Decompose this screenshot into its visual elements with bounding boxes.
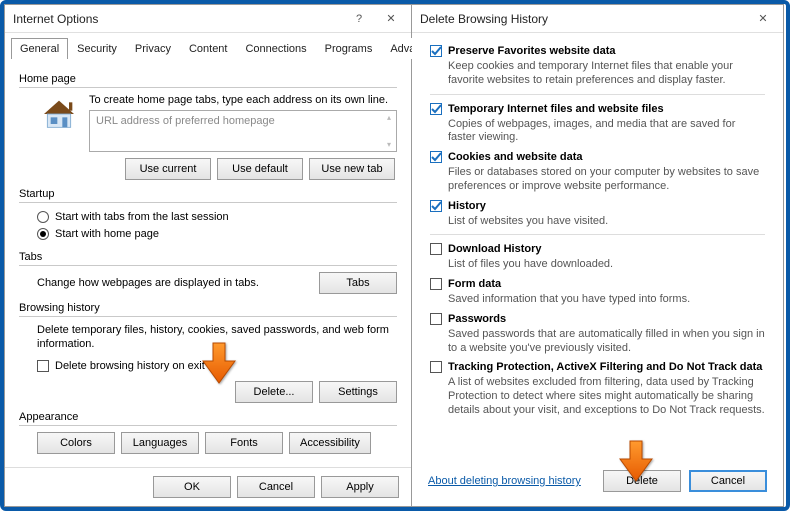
about-deleting-history-link[interactable]: About deleting browsing history (428, 475, 581, 487)
option-label: Preserve Favorites website data (448, 45, 616, 57)
startup-group-label: Startup (19, 188, 397, 200)
scroll-down-icon[interactable]: ▾ (384, 140, 394, 149)
radio-icon (37, 211, 49, 223)
option-checkbox-6[interactable]: Passwords (430, 313, 506, 325)
history-group-label: Browsing history (19, 302, 397, 314)
use-new-tab-button[interactable]: Use new tab (309, 158, 395, 180)
checkbox-icon (430, 200, 442, 212)
option-desc: Copies of webpages, images, and media th… (448, 118, 765, 146)
use-default-button[interactable]: Use default (217, 158, 303, 180)
apply-button[interactable]: Apply (321, 476, 399, 498)
homepage-hint: To create home page tabs, type each addr… (89, 94, 397, 106)
delete-history-button[interactable]: Delete... (235, 381, 313, 403)
radio-icon (37, 228, 49, 240)
radio-label: Start with home page (55, 228, 159, 240)
checkbox-icon (430, 361, 442, 373)
tab-programs[interactable]: Programs (316, 38, 382, 59)
tab-general[interactable]: General (11, 38, 68, 59)
close-icon: ✕ (758, 12, 767, 25)
checkbox-icon (37, 360, 49, 372)
internet-options-dialog: Internet Options ? ✕ General Security Pr… (4, 4, 412, 507)
homepage-placeholder: URL address of preferred homepage (96, 115, 275, 127)
option-checkbox-3[interactable]: History (430, 200, 486, 212)
option-checkbox-1[interactable]: Temporary Internet files and website fil… (430, 103, 664, 115)
option-checkbox-5[interactable]: Form data (430, 278, 501, 290)
option-checkbox-2[interactable]: Cookies and website data (430, 151, 582, 163)
history-desc: Delete temporary files, history, cookies… (37, 323, 397, 352)
checkbox-icon (430, 313, 442, 325)
delete-browsing-history-dialog: Delete Browsing History ✕ Preserve Favor… (412, 4, 784, 507)
close-icon: ✕ (386, 12, 395, 25)
option-label: History (448, 200, 486, 212)
checkbox-icon (430, 278, 442, 290)
appearance-group-label: Appearance (19, 411, 397, 423)
option-label: Download History (448, 243, 542, 255)
tab-privacy[interactable]: Privacy (126, 38, 180, 59)
scroll-up-icon[interactable]: ▴ (384, 113, 394, 122)
startup-last-session-radio[interactable]: Start with tabs from the last session (37, 211, 229, 223)
accessibility-button[interactable]: Accessibility (289, 432, 371, 454)
option-desc: Saved information that you have typed in… (448, 293, 765, 307)
delete-button[interactable]: Delete (603, 470, 681, 492)
dialog-footer: About deleting browsing history Delete C… (412, 460, 783, 506)
close-button[interactable]: ✕ (747, 8, 779, 30)
tab-content[interactable]: Content (180, 38, 237, 59)
fonts-button[interactable]: Fonts (205, 432, 283, 454)
cancel-button[interactable]: Cancel (237, 476, 315, 498)
option-label: Temporary Internet files and website fil… (448, 103, 664, 115)
window-title: Internet Options (13, 12, 343, 26)
option-checkbox-7[interactable]: Tracking Protection, ActiveX Filtering a… (430, 361, 762, 373)
help-icon: ? (356, 13, 362, 25)
option-checkbox-0[interactable]: Preserve Favorites website data (430, 45, 616, 57)
titlebar: Internet Options ? ✕ (5, 5, 411, 33)
option-checkbox-4[interactable]: Download History (430, 243, 542, 255)
option-label: Passwords (448, 313, 506, 325)
cancel-button[interactable]: Cancel (689, 470, 767, 492)
checkbox-icon (430, 151, 442, 163)
tab-strip: General Security Privacy Content Connect… (11, 37, 405, 59)
option-desc: Keep cookies and temporary Internet file… (448, 60, 765, 88)
scrollbar[interactable]: ▴▾ (384, 113, 394, 149)
option-desc: Files or databases stored on your comput… (448, 166, 765, 194)
tab-security[interactable]: Security (68, 38, 126, 59)
titlebar: Delete Browsing History ✕ (412, 5, 783, 33)
checkbox-icon (430, 103, 442, 115)
window-title: Delete Browsing History (420, 12, 747, 26)
homepage-group-label: Home page (19, 73, 397, 85)
option-desc: List of websites you have visited. (448, 215, 765, 229)
homepage-input[interactable]: URL address of preferred homepage ▴▾ (89, 110, 397, 152)
checkbox-label: Delete browsing history on exit (55, 360, 205, 372)
tabs-button[interactable]: Tabs (319, 272, 397, 294)
help-button[interactable]: ? (343, 8, 375, 30)
option-label: Cookies and website data (448, 151, 582, 163)
history-settings-button[interactable]: Settings (319, 381, 397, 403)
use-current-button[interactable]: Use current (125, 158, 211, 180)
tab-connections[interactable]: Connections (236, 38, 315, 59)
tabs-desc: Change how webpages are displayed in tab… (37, 277, 259, 289)
dialog-footer: OK Cancel Apply (5, 467, 411, 506)
ok-button[interactable]: OK (153, 476, 231, 498)
option-label: Form data (448, 278, 501, 290)
home-icon (37, 94, 81, 134)
tabs-group-label: Tabs (19, 251, 397, 263)
options-list: Preserve Favorites website data Keep cook… (412, 33, 783, 460)
checkbox-icon (430, 45, 442, 57)
startup-home-page-radio[interactable]: Start with home page (37, 228, 159, 240)
radio-label: Start with tabs from the last session (55, 211, 229, 223)
option-label: Tracking Protection, ActiveX Filtering a… (448, 361, 762, 373)
option-desc: List of files you have downloaded. (448, 258, 765, 272)
delete-on-exit-checkbox[interactable]: Delete browsing history on exit (37, 360, 205, 372)
close-button[interactable]: ✕ (375, 8, 407, 30)
languages-button[interactable]: Languages (121, 432, 199, 454)
option-desc: Saved passwords that are automatically f… (448, 328, 765, 356)
option-desc: A list of websites excluded from filteri… (448, 376, 765, 417)
colors-button[interactable]: Colors (37, 432, 115, 454)
checkbox-icon (430, 243, 442, 255)
